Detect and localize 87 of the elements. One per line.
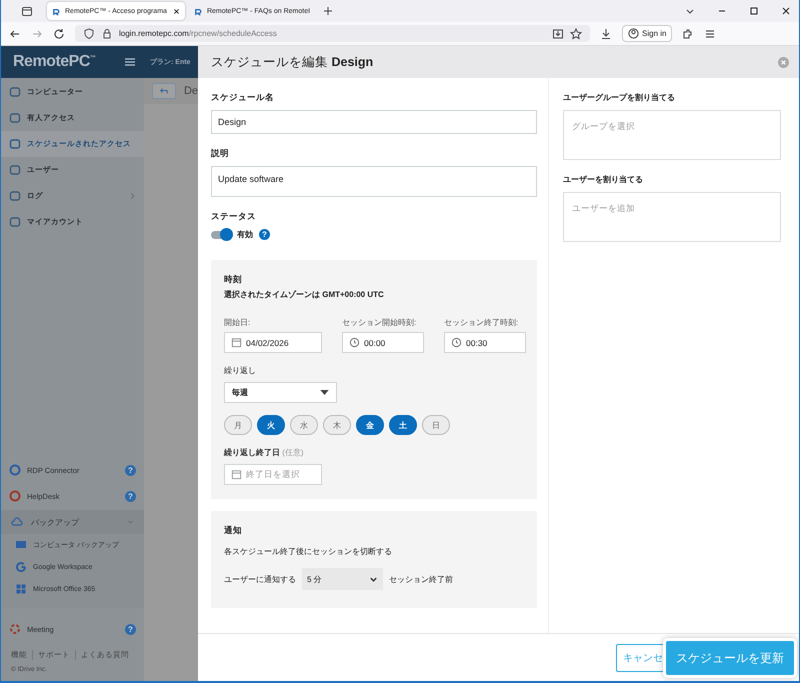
chevron-down-icon — [369, 574, 378, 584]
help-icon[interactable]: ? — [259, 229, 270, 240]
star-icon[interactable] — [570, 28, 582, 40]
back-icon[interactable] — [9, 28, 21, 40]
notification-text: 各スケジュール終了後にセッションを切断する — [224, 546, 393, 557]
day-toggle[interactable]: 日 — [422, 415, 450, 435]
sign-in-button[interactable]: Sign in — [622, 25, 672, 42]
user-field[interactable]: ユーザーを追加 — [563, 192, 781, 242]
download-icon[interactable] — [600, 28, 612, 40]
sidebar-icon — [9, 164, 21, 176]
cloud-icon — [11, 516, 23, 528]
menu-icon[interactable] — [704, 28, 716, 40]
field-label: ユーザーグループを割り当てる — [563, 92, 676, 103]
group-field[interactable]: グループを選択 — [563, 110, 781, 160]
modal-title: スケジュールを編集 Design — [211, 54, 374, 70]
tab-list-icon[interactable] — [21, 5, 33, 17]
back-arrow-icon — [158, 86, 170, 96]
account-icon — [628, 28, 639, 39]
day-toggle[interactable]: 水 — [290, 415, 318, 435]
section-heading: 通知 — [224, 525, 243, 537]
field-label: 説明 — [211, 148, 230, 160]
optional-note: (任意) — [282, 448, 304, 457]
field-label: 開始日: — [224, 317, 252, 328]
site-icon — [52, 6, 61, 16]
dots-ring-icon — [9, 623, 21, 635]
day-toggle[interactable]: 火 — [257, 415, 285, 435]
sidebar-icon — [9, 86, 21, 98]
menu-icon[interactable] — [124, 56, 136, 68]
timezone-text: 選択されたタイムゾーンは GMT+00:00 UTC — [224, 289, 385, 300]
status-toggle[interactable] — [211, 230, 231, 238]
dropdown-arrow-icon — [320, 390, 329, 395]
g-icon — [15, 561, 27, 573]
field-label: スケジュール名 — [211, 92, 275, 104]
time-field[interactable]: 00:00 — [342, 332, 424, 353]
field-label: セッション終了時刻: — [444, 317, 520, 328]
minutes-dropdown[interactable]: 5 分 — [302, 568, 383, 590]
site-icon — [194, 6, 203, 16]
time-field[interactable]: 00:30 — [444, 332, 526, 353]
repeat-dropdown[interactable]: 毎週 — [224, 382, 337, 403]
description-field[interactable]: Update software — [211, 166, 537, 197]
sidebar-icon — [9, 112, 21, 124]
day-toggle[interactable]: 金 — [356, 415, 384, 435]
field-label: 繰り返し — [224, 365, 257, 376]
field-label: 繰り返し終了日 — [224, 448, 280, 457]
field-label: ユーザーを割り当てる — [563, 174, 644, 185]
reload-icon[interactable] — [53, 28, 65, 40]
field-label: ステータス — [211, 211, 257, 223]
lock-icon — [101, 28, 113, 40]
calendar-icon — [231, 337, 242, 348]
new-tab-icon[interactable] — [323, 6, 334, 16]
chevron-right-icon — [129, 192, 136, 200]
monitor-icon — [15, 539, 27, 551]
download-page-icon[interactable] — [552, 28, 564, 40]
clock-icon — [349, 337, 360, 348]
date-field[interactable]: 終了日を選択 — [224, 464, 322, 485]
maximize-icon[interactable] — [749, 6, 759, 16]
close-icon[interactable] — [781, 6, 791, 16]
cancel-button[interactable]: キャンセ — [616, 644, 666, 672]
sidebar-icon — [9, 216, 21, 228]
day-toggle[interactable]: 月 — [224, 415, 252, 435]
close-tab-icon[interactable] — [172, 8, 180, 14]
help-icon[interactable]: ? — [125, 624, 136, 634]
sidebar-icon — [9, 190, 21, 202]
help-icon[interactable]: ? — [125, 490, 136, 502]
page-title: De — [184, 85, 198, 97]
extensions-icon[interactable] — [682, 28, 694, 40]
shield-icon — [83, 28, 95, 40]
calendar-icon — [231, 469, 242, 480]
sidebar-icon — [9, 138, 21, 150]
address-bar[interactable]: login.remotepc.com/rpcnew/scheduleAccess — [75, 25, 590, 42]
date-field[interactable]: 04/02/2026 — [224, 332, 322, 353]
clock-icon — [451, 337, 462, 348]
logo: RemotePC$^{™}$ — [13, 53, 96, 71]
notify-prefix: ユーザーに通知する — [224, 574, 296, 584]
field-label: セッション開始時刻: — [342, 317, 418, 328]
section-heading: 時刻 — [224, 274, 243, 286]
name-field[interactable]: Design — [211, 110, 537, 134]
status-text: 有効 — [237, 229, 253, 240]
update-button[interactable]: スケジュールを更新 — [666, 641, 794, 675]
chevron-down-icon — [127, 518, 134, 526]
sidebar-group[interactable]: バックアップ — [1, 510, 144, 534]
help-icon[interactable]: ? — [125, 464, 136, 476]
url-text: login.remotepc.com/rpcnew/scheduleAccess — [119, 29, 277, 38]
notify-suffix: セッション終了前 — [389, 574, 453, 584]
windows-icon — [15, 583, 27, 595]
day-toggle[interactable]: 土 — [389, 415, 417, 435]
day-toggle[interactable]: 木 — [323, 415, 351, 435]
